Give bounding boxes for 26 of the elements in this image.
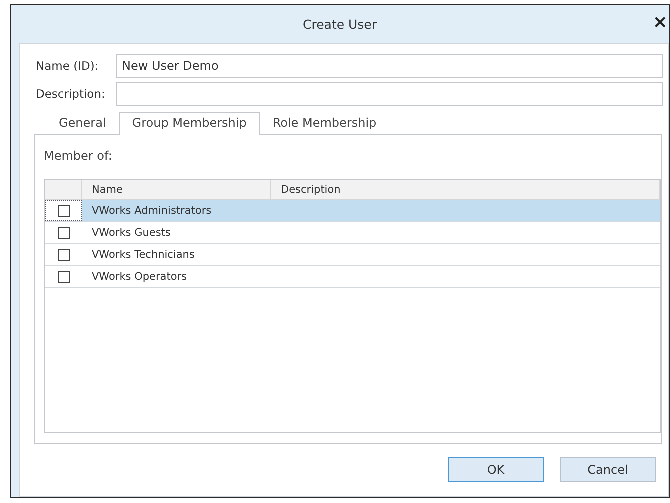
group-name: VWorks Technicians: [91, 248, 195, 260]
group-name: VWorks Administrators: [91, 204, 212, 216]
table-row[interactable]: VWorks Technicians: [45, 244, 660, 266]
dialog-button[interactable]: Cancel: [560, 457, 656, 482]
table-row[interactable]: VWorks Operators: [45, 266, 660, 288]
column-header[interactable]: Description: [271, 180, 660, 199]
checkbox[interactable]: [58, 226, 70, 238]
group-name: VWorks Operators: [91, 270, 188, 282]
table-row[interactable]: VWorks Administrators: [45, 200, 660, 222]
tab[interactable]: Group Membership: [119, 112, 260, 135]
field-label: Description:: [36, 87, 106, 101]
member-of-label: Member of:: [44, 149, 114, 163]
close-icon[interactable]: ×: [652, 14, 668, 32]
input-field[interactable]: [116, 82, 663, 106]
checkbox[interactable]: [58, 204, 70, 216]
input-field[interactable]: New User Demo: [116, 54, 663, 78]
group-name: VWorks Guests: [91, 226, 171, 238]
dialog-button[interactable]: OK: [448, 457, 544, 482]
window-title: Create User: [303, 16, 377, 32]
tab[interactable]: Role Membership: [260, 112, 390, 134]
checkbox[interactable]: [58, 248, 70, 260]
table-row[interactable]: VWorks Guests: [45, 222, 660, 244]
tab[interactable]: General: [46, 112, 120, 134]
column-header[interactable]: Name: [82, 180, 271, 199]
field-label: Name (ID):: [36, 59, 100, 73]
checkbox[interactable]: [58, 270, 70, 282]
